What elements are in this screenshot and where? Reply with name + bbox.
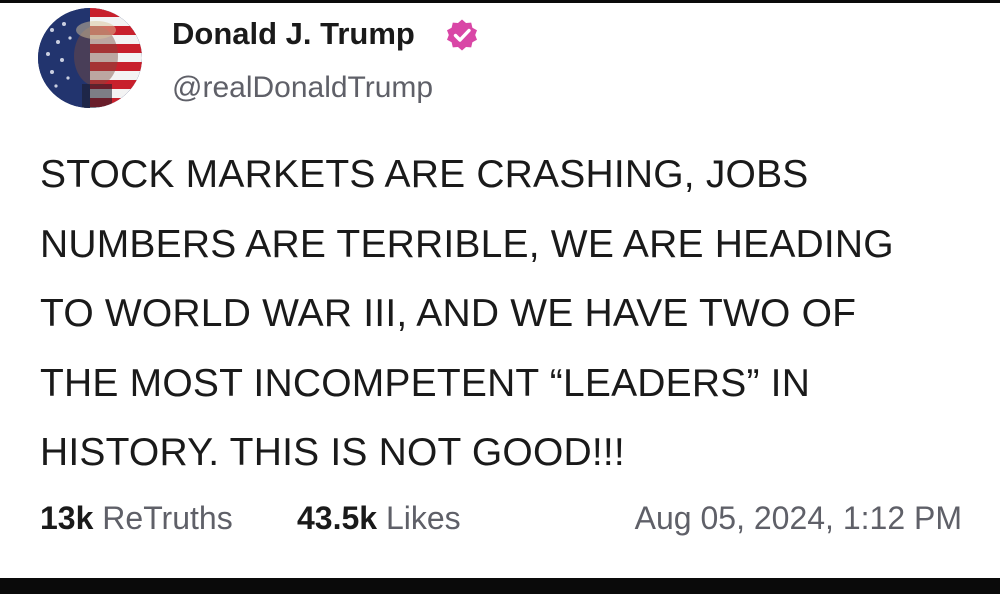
avatar[interactable]: [38, 8, 142, 108]
avatar-image: [38, 8, 142, 108]
author-handle[interactable]: @realDonaldTrump: [172, 68, 433, 108]
bottom-edge: [0, 578, 1000, 594]
post-timestamp[interactable]: Aug 05, 2024, 1:12 PM: [635, 496, 962, 540]
post-body-line: HISTORY. THIS IS NOT GOOD!!!: [40, 431, 625, 474]
retruths-count: 13k: [40, 500, 94, 536]
retruths-stat[interactable]: 13k ReTruths: [40, 496, 233, 540]
author-display-name[interactable]: Donald J. Trump: [172, 14, 415, 54]
likes-label: Likes: [385, 500, 461, 536]
post-body-text: STOCK MARKETS ARE CRASHING, JOBS NUMBERS…: [40, 140, 980, 488]
top-edge: [0, 0, 1000, 3]
verified-badge-icon: [445, 18, 479, 52]
post-body-line: TO WORLD WAR III, AND WE HAVE TWO OF: [40, 292, 857, 335]
likes-count: 43.5k: [297, 500, 378, 536]
likes-stat[interactable]: 43.5k Likes: [297, 496, 461, 540]
retruths-label: ReTruths: [102, 500, 233, 536]
post-stats-bar: 13k ReTruths 43.5k Likes Aug 05, 2024, 1…: [40, 496, 970, 540]
post-body-line: THE MOST INCOMPETENT “LEADERS” IN: [40, 361, 811, 405]
post-body-line: NUMBERS ARE TERRIBLE, WE ARE HEADING: [40, 222, 894, 266]
post-body-line: STOCK MARKETS ARE CRASHING, JOBS: [40, 153, 809, 196]
